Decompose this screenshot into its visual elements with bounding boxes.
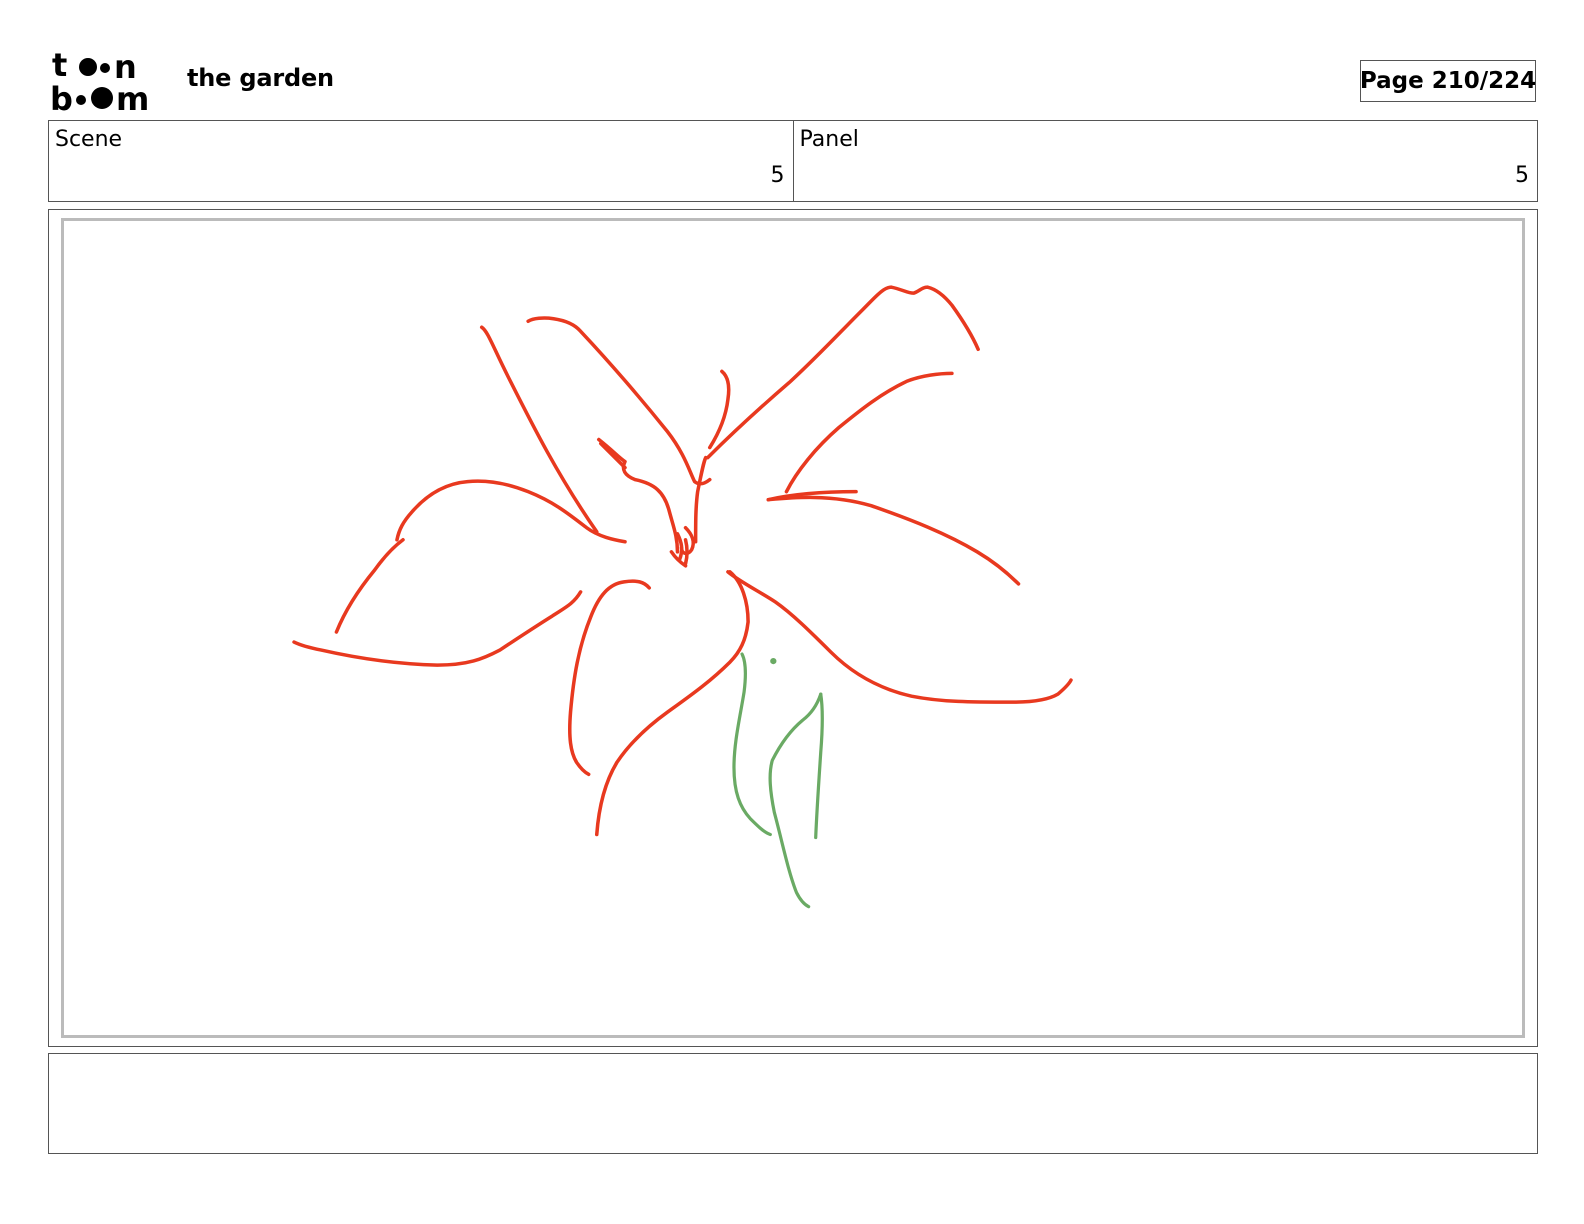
flower-sketch	[292, 285, 1073, 909]
scene-cell: Scene 5	[49, 121, 793, 201]
storyboard-panel	[48, 209, 1538, 1047]
panel-value: 5	[1515, 163, 1529, 188]
page-label: Page 210/224	[1359, 68, 1537, 94]
panel-frame	[61, 218, 1525, 1038]
toon-boom-logo: t n b m	[50, 48, 149, 114]
project-title: the garden	[187, 64, 334, 92]
stem-strokes	[732, 652, 824, 909]
page-indicator: Page 210/224	[1360, 60, 1536, 102]
svg-text:b: b	[50, 80, 73, 114]
scene-label: Scene	[55, 127, 123, 152]
svg-text:m: m	[116, 80, 149, 114]
petal-strokes	[292, 285, 1073, 837]
scene-panel-info: Scene 5 Panel 5	[48, 120, 1538, 202]
scene-value: 5	[770, 163, 785, 188]
panel-cell: Panel 5	[792, 121, 1538, 201]
svg-text:t: t	[52, 48, 67, 84]
panel-label: Panel	[799, 127, 859, 152]
panel-notes	[48, 1053, 1538, 1154]
